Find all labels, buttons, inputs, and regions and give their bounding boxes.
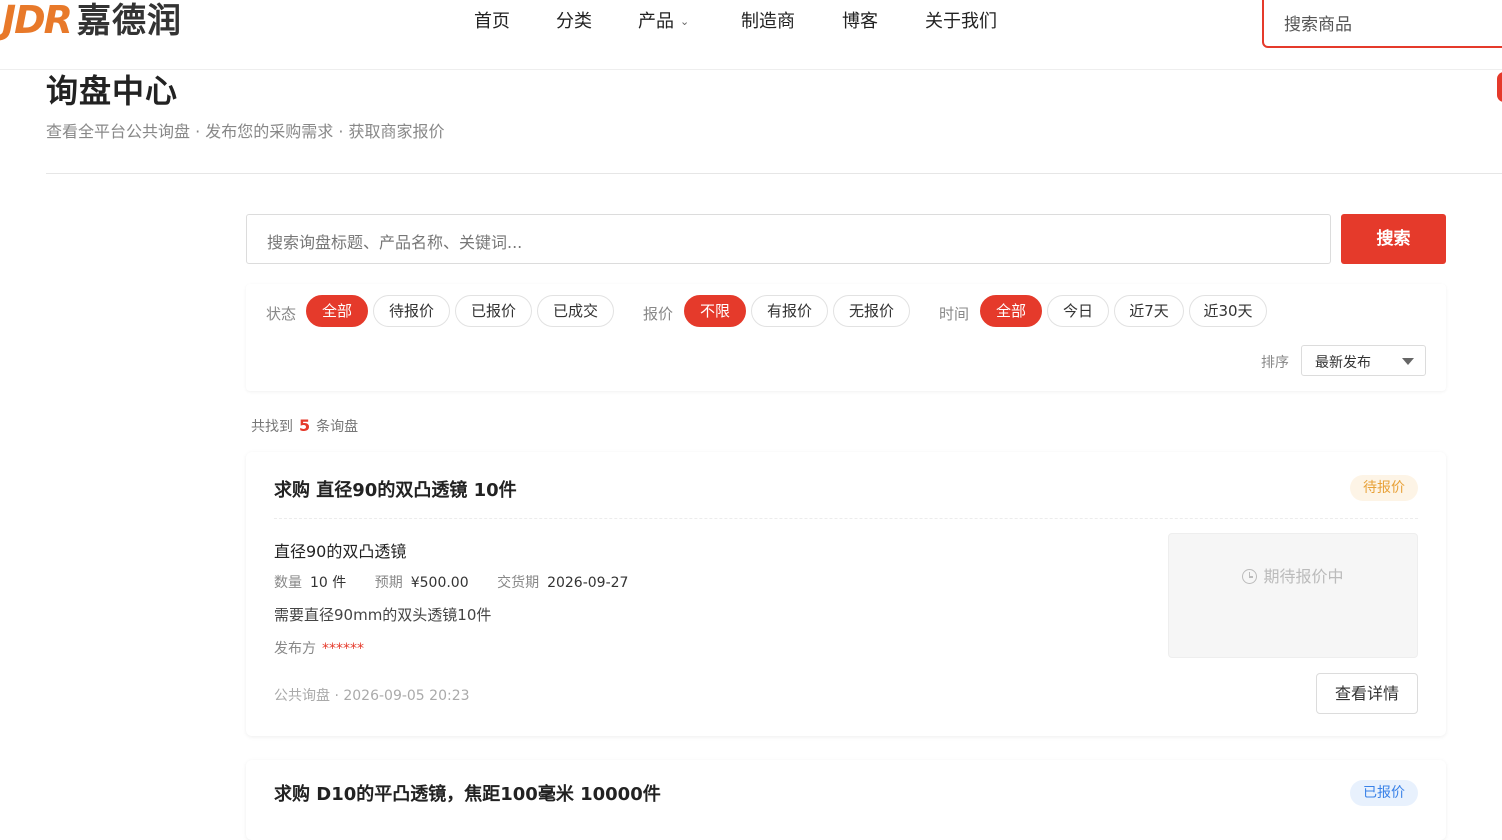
quote-filter-any[interactable]: 不限 (684, 295, 746, 327)
time-filter-30days[interactable]: 近30天 (1189, 295, 1267, 327)
search-button[interactable]: 搜索 (1341, 214, 1446, 264)
status-badge: 已报价 (1350, 780, 1418, 806)
header-divider (46, 173, 1502, 174)
quote-filter-none[interactable]: 无报价 (833, 295, 910, 327)
inquiry-footer: 公共询盘 · 2026-09-05 20:23 (274, 688, 470, 704)
nav-home[interactable]: 首页 (474, 8, 510, 36)
inquiry-title[interactable]: 求购 直径90的双凸透镜 10件 (274, 476, 517, 502)
page-subtitle: 查看全平台公共询盘 · 发布您的采购需求 · 获取商家报价 (46, 122, 445, 141)
status-badge: 待报价 (1350, 475, 1418, 501)
time-filter-label: 时间 (939, 305, 970, 323)
time-filter-7days[interactable]: 近7天 (1114, 295, 1184, 327)
sort-value: 最新发布 (1315, 355, 1371, 371)
budget-value: ¥500.00 (410, 575, 469, 591)
logo-text: 嘉德润 (76, 1, 182, 41)
nav-about[interactable]: 关于我们 (925, 8, 997, 36)
result-count-number: 5 (299, 416, 311, 435)
logo-mark: JDR (2, 0, 73, 42)
status-filter-all[interactable]: 全部 (306, 295, 368, 327)
inquiry-title[interactable]: 求购 D10的平凸透镜，焦距100毫米 10000件 (274, 780, 661, 806)
caret-down-icon (1402, 358, 1414, 365)
nav-blog[interactable]: 博客 (842, 8, 878, 36)
status-filter-pending[interactable]: 待报价 (373, 295, 450, 327)
result-count-prefix: 共找到 (251, 419, 293, 435)
inquiry-meta: 数量 10 件 预期 ¥500.00 交货期 2026-09-27 (274, 572, 652, 592)
clock-icon (1242, 569, 1258, 584)
inquiry-product-name: 直径90的双凸透镜 (274, 542, 407, 561)
inquiry-search-input[interactable]: 搜索询盘标题、产品名称、关键词... (246, 214, 1331, 264)
delivery-value: 2026-09-27 (547, 575, 629, 591)
status-filter-label: 状态 (266, 305, 297, 323)
qty-label: 数量 (274, 575, 302, 591)
product-search-placeholder: 搜索商品 (1284, 15, 1352, 35)
inquiry-description: 需要直径90mm的双头透镜10件 (274, 606, 492, 624)
inquiry-card: 求购 D10的平凸透镜，焦距100毫米 10000件 已报价 (246, 760, 1446, 840)
publisher-label: 发布方 (274, 641, 316, 657)
nav-manufacturers[interactable]: 制造商 (741, 8, 795, 36)
time-filter-today[interactable]: 今日 (1047, 295, 1109, 327)
page-title: 询盘中心 (46, 72, 179, 110)
view-detail-button[interactable]: 查看详情 (1316, 673, 1418, 714)
quote-status: 期待报价中 (1169, 563, 1417, 587)
status-filter-deal[interactable]: 已成交 (537, 295, 614, 327)
result-count-suffix: 条询盘 (316, 419, 359, 435)
quote-filter-has[interactable]: 有报价 (751, 295, 828, 327)
sort-label: 排序 (1261, 355, 1289, 371)
budget-label: 预期 (374, 575, 403, 591)
inquiry-publisher: 发布方 ****** (274, 638, 364, 658)
quote-status-text: 期待报价中 (1263, 567, 1344, 586)
quote-status-box: 期待报价中 (1168, 533, 1418, 658)
chevron-down-icon: ⌄ (680, 15, 690, 28)
nav-categories[interactable]: 分类 (556, 8, 592, 36)
nav-products[interactable]: 产品 ⌄ (638, 8, 689, 38)
site-logo[interactable]: JDR 嘉德润 (2, 0, 182, 42)
nav-products-label: 产品 (638, 11, 674, 32)
product-search-input[interactable]: 搜索商品 (1262, 0, 1502, 48)
publisher-value: ****** (322, 641, 364, 657)
delivery-label: 交货期 (497, 575, 540, 591)
site-header: JDR 嘉德润 首页 分类 产品 ⌄ 制造商 博客 关于我们 搜索商品 (0, 0, 1502, 70)
status-filter-quoted[interactable]: 已报价 (455, 295, 532, 327)
time-filter-all[interactable]: 全部 (980, 295, 1042, 327)
result-count: 共找到 5 条询盘 (251, 416, 358, 436)
qty-value: 10 件 (310, 575, 347, 591)
sort-select[interactable]: 最新发布 (1301, 345, 1426, 376)
inquiry-search-placeholder: 搜索询盘标题、产品名称、关键词... (267, 233, 523, 252)
floating-action-button[interactable] (1497, 72, 1502, 102)
card-divider (274, 518, 1418, 519)
inquiry-card: 求购 直径90的双凸透镜 10件 待报价 直径90的双凸透镜 数量 10 件 预期… (246, 452, 1446, 736)
quote-filter-label: 报价 (643, 305, 674, 323)
